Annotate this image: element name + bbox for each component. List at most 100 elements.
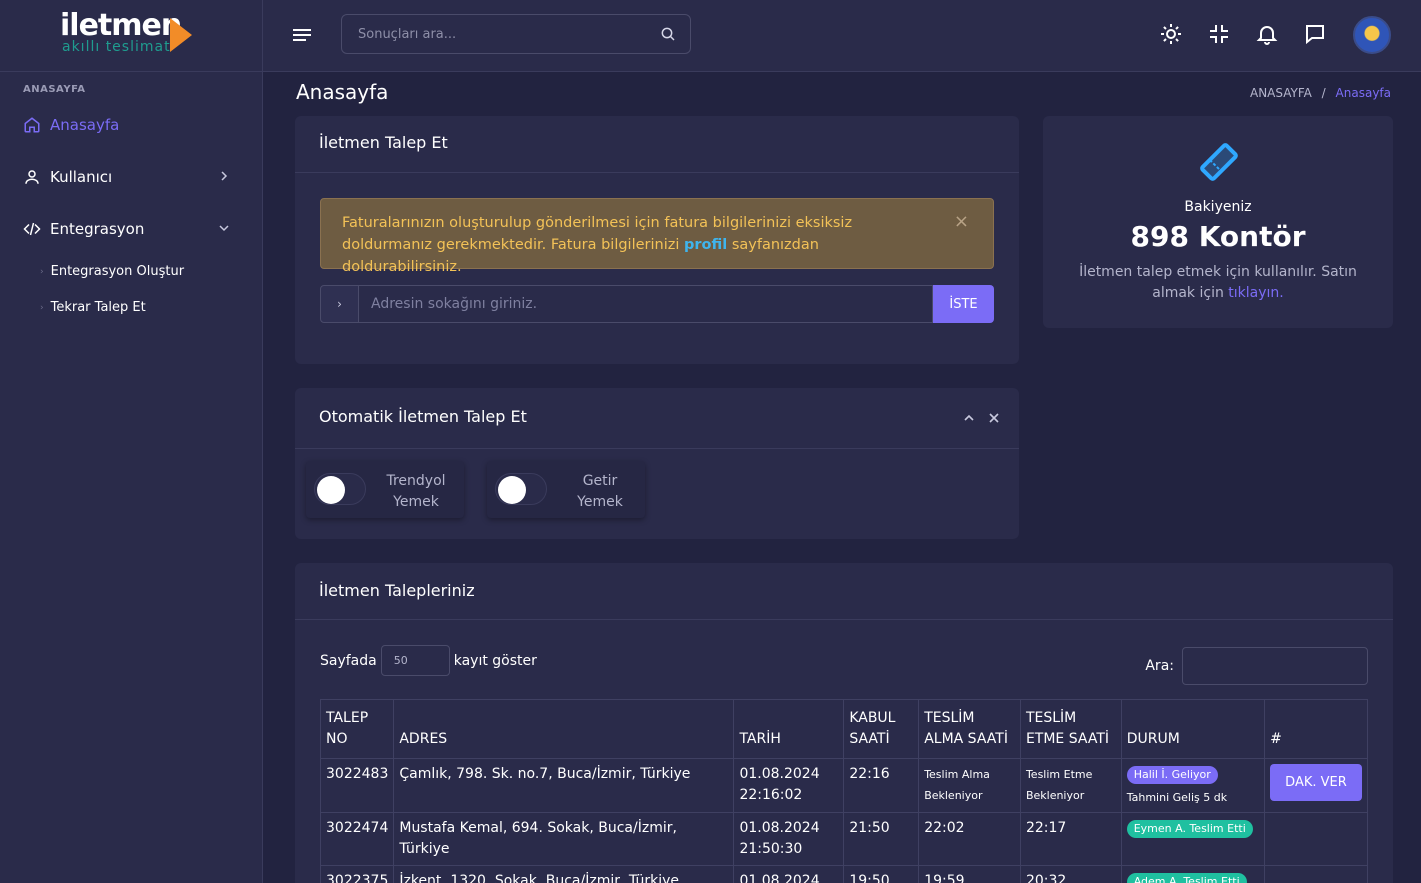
breadcrumb-root[interactable]: ANASAYFA — [1250, 86, 1312, 100]
sun-icon[interactable] — [1159, 22, 1183, 46]
status-badge: Adem A. Teslim Etti — [1126, 873, 1247, 883]
column-header[interactable]: TESLİM ETME SAATİ — [1019, 699, 1122, 759]
cell-address: Mustafa Kemal, 694. Sokak, Buca/İzmir, T… — [393, 812, 735, 866]
cell-deliver: Teslim Etme Bekleniyor — [1019, 758, 1122, 813]
cell-date-time: 22:16:02 — [739, 787, 803, 803]
menu-icon[interactable] — [291, 24, 313, 46]
getir-switch[interactable] — [495, 473, 547, 505]
cell-deliver: 22:17 — [1019, 812, 1122, 866]
breadcrumb-current: Anasayfa — [1335, 86, 1391, 100]
bullet-icon: › — [40, 302, 44, 313]
table-header-row: TALEP NO ADRES TARİH KABUL SAATİ TESLİM … — [319, 699, 1368, 759]
column-header[interactable]: ADRES — [393, 699, 735, 759]
fullscreen-exit-icon[interactable] — [1207, 22, 1231, 46]
switch-knob — [498, 476, 526, 504]
sidebar-item-label: Anasayfa — [50, 116, 120, 134]
status-badge: Eymen A. Teslim Etti — [1126, 820, 1253, 838]
breadcrumb: ANASAYFA / Anasayfa — [1250, 86, 1391, 100]
breadcrumb-separator: / — [1321, 86, 1326, 100]
toggle-label-line1: Getir — [582, 473, 618, 489]
address-input-group: › İSTE — [320, 285, 994, 323]
cell-action: DAK. VER — [1264, 758, 1368, 813]
close-icon[interactable]: × — [954, 211, 969, 233]
cell-no: 3022483 — [319, 758, 395, 813]
page-length-suffix: kayıt göster — [453, 652, 537, 669]
divider — [295, 448, 1019, 449]
divider — [295, 172, 1019, 173]
column-header[interactable]: TESLİM ALMA SAATİ — [918, 699, 1021, 759]
column-header[interactable]: TARİH — [733, 699, 845, 759]
toggle-label-line2: Yemek — [577, 494, 623, 510]
logo-tagline: akıllı teslimat — [62, 39, 171, 55]
address-input[interactable] — [359, 285, 933, 323]
close-icon[interactable] — [988, 412, 1000, 428]
cell-pickup: 19:59 — [918, 865, 1021, 883]
sidebar-item-entegrasyon[interactable]: Entegrasyon — [22, 219, 237, 239]
status-badge: Halil İ. Geliyor — [1126, 766, 1218, 784]
balance-label: Bakiyeniz — [1184, 199, 1252, 215]
page-length-select[interactable]: 50 — [380, 645, 450, 676]
logo[interactable]: iletmen akıllı teslimat — [0, 0, 262, 72]
sidebar-subitem-entegrasyon-olustur[interactable]: › Entegrasyon Oluştur — [40, 264, 184, 279]
table-search-label: Ara: — [1145, 658, 1174, 674]
cell-action — [1264, 812, 1368, 866]
sidebar-subitem-tekrar-talep[interactable]: › Tekrar Talep Et — [40, 300, 146, 315]
cell-accept: 19:50 — [843, 865, 920, 883]
profile-link[interactable]: profil — [684, 237, 727, 253]
sidebar-item-label: Kullanıcı — [50, 168, 113, 186]
sidebar-item-kullanici[interactable]: Kullanıcı — [22, 167, 237, 187]
switch-knob — [317, 476, 345, 504]
request-button[interactable]: İSTE — [933, 285, 994, 323]
table-search-input[interactable] — [1182, 647, 1368, 685]
cell-status: Adem A. Teslim Etti — [1120, 865, 1266, 883]
home-icon — [22, 115, 42, 135]
avatar[interactable] — [1353, 16, 1391, 54]
cell-accept: 22:16 — [843, 758, 920, 813]
balance-card: Bakiyeniz 898 Kontör İletmen talep etmek… — [1043, 116, 1393, 328]
toggle-trendyol-yemek: Trendyol Yemek — [306, 461, 464, 518]
set-minutes-button[interactable]: DAK. VER — [1270, 764, 1362, 801]
cell-accept: 21:50 — [843, 812, 920, 866]
ticket-icon — [1198, 141, 1240, 187]
page-length-prefix: Sayfada — [320, 652, 377, 669]
column-header[interactable]: DURUM — [1120, 699, 1266, 759]
chat-icon[interactable] — [1303, 22, 1327, 46]
chevron-down-icon — [219, 222, 229, 236]
balance-description: İletmen talep etmek için kullanılır. Sat… — [1063, 262, 1373, 304]
toggle-label-line1: Trendyol — [386, 473, 446, 489]
cell-address: Çamlık, 798. Sk. no.7, Buca/İzmir, Türki… — [393, 758, 735, 813]
column-header[interactable]: TALEP NO — [319, 699, 395, 759]
cell-deliver: 20:32 — [1019, 865, 1122, 883]
sidebar: iletmen akıllı teslimat ANASAYFA Anasayf… — [0, 0, 263, 883]
table-row: 3022483 Çamlık, 798. Sk. no.7, Buca/İzmi… — [319, 758, 1368, 813]
toggle-label: Trendyol Yemek — [378, 471, 454, 513]
bell-icon[interactable] — [1255, 22, 1279, 46]
page-title: Anasayfa — [296, 80, 389, 104]
page-length-control: Sayfada 50 kayıt göster — [320, 645, 537, 676]
search-icon[interactable] — [660, 26, 676, 46]
buy-link[interactable]: tıklayın. — [1228, 285, 1283, 301]
chevron-up-icon[interactable] — [963, 412, 975, 428]
top-header — [263, 0, 1421, 72]
toggle-getir-yemek: Getir Yemek — [487, 461, 645, 518]
request-card-title: İletmen Talep Et — [319, 133, 448, 152]
trendyol-switch[interactable] — [314, 473, 366, 505]
sidebar-subitem-label: Entegrasyon Oluştur — [50, 264, 185, 279]
cell-action — [1264, 865, 1368, 883]
table-row: 3022474 Mustafa Kemal, 694. Sokak, Buca/… — [319, 812, 1368, 866]
invoice-alert: Faturalarınızın oluşturulup gönderilmesi… — [320, 198, 994, 275]
column-header[interactable]: # — [1264, 699, 1368, 759]
requests-card-title: İletmen Talepleriniz — [319, 581, 475, 600]
user-icon — [22, 167, 42, 187]
search-input[interactable] — [342, 15, 642, 53]
requests-table: TALEP NO ADRES TARİH KABUL SAATİ TESLİM … — [319, 699, 1368, 883]
sidebar-item-anasayfa[interactable]: Anasayfa — [22, 115, 237, 135]
code-icon — [22, 219, 42, 239]
status-note: Tahmini Geliş 5 dk — [1126, 791, 1228, 804]
cell-date: 01.08.2024 21:50:30 — [733, 812, 845, 866]
sidebar-item-label: Entegrasyon — [50, 220, 145, 238]
column-header[interactable]: KABUL SAATİ — [843, 699, 920, 759]
auto-request-card: Otomatik İletmen Talep Et Trendyol Yemek… — [295, 388, 1019, 539]
divider — [295, 619, 1393, 620]
cell-date-day: 01.08.2024 — [739, 766, 820, 782]
